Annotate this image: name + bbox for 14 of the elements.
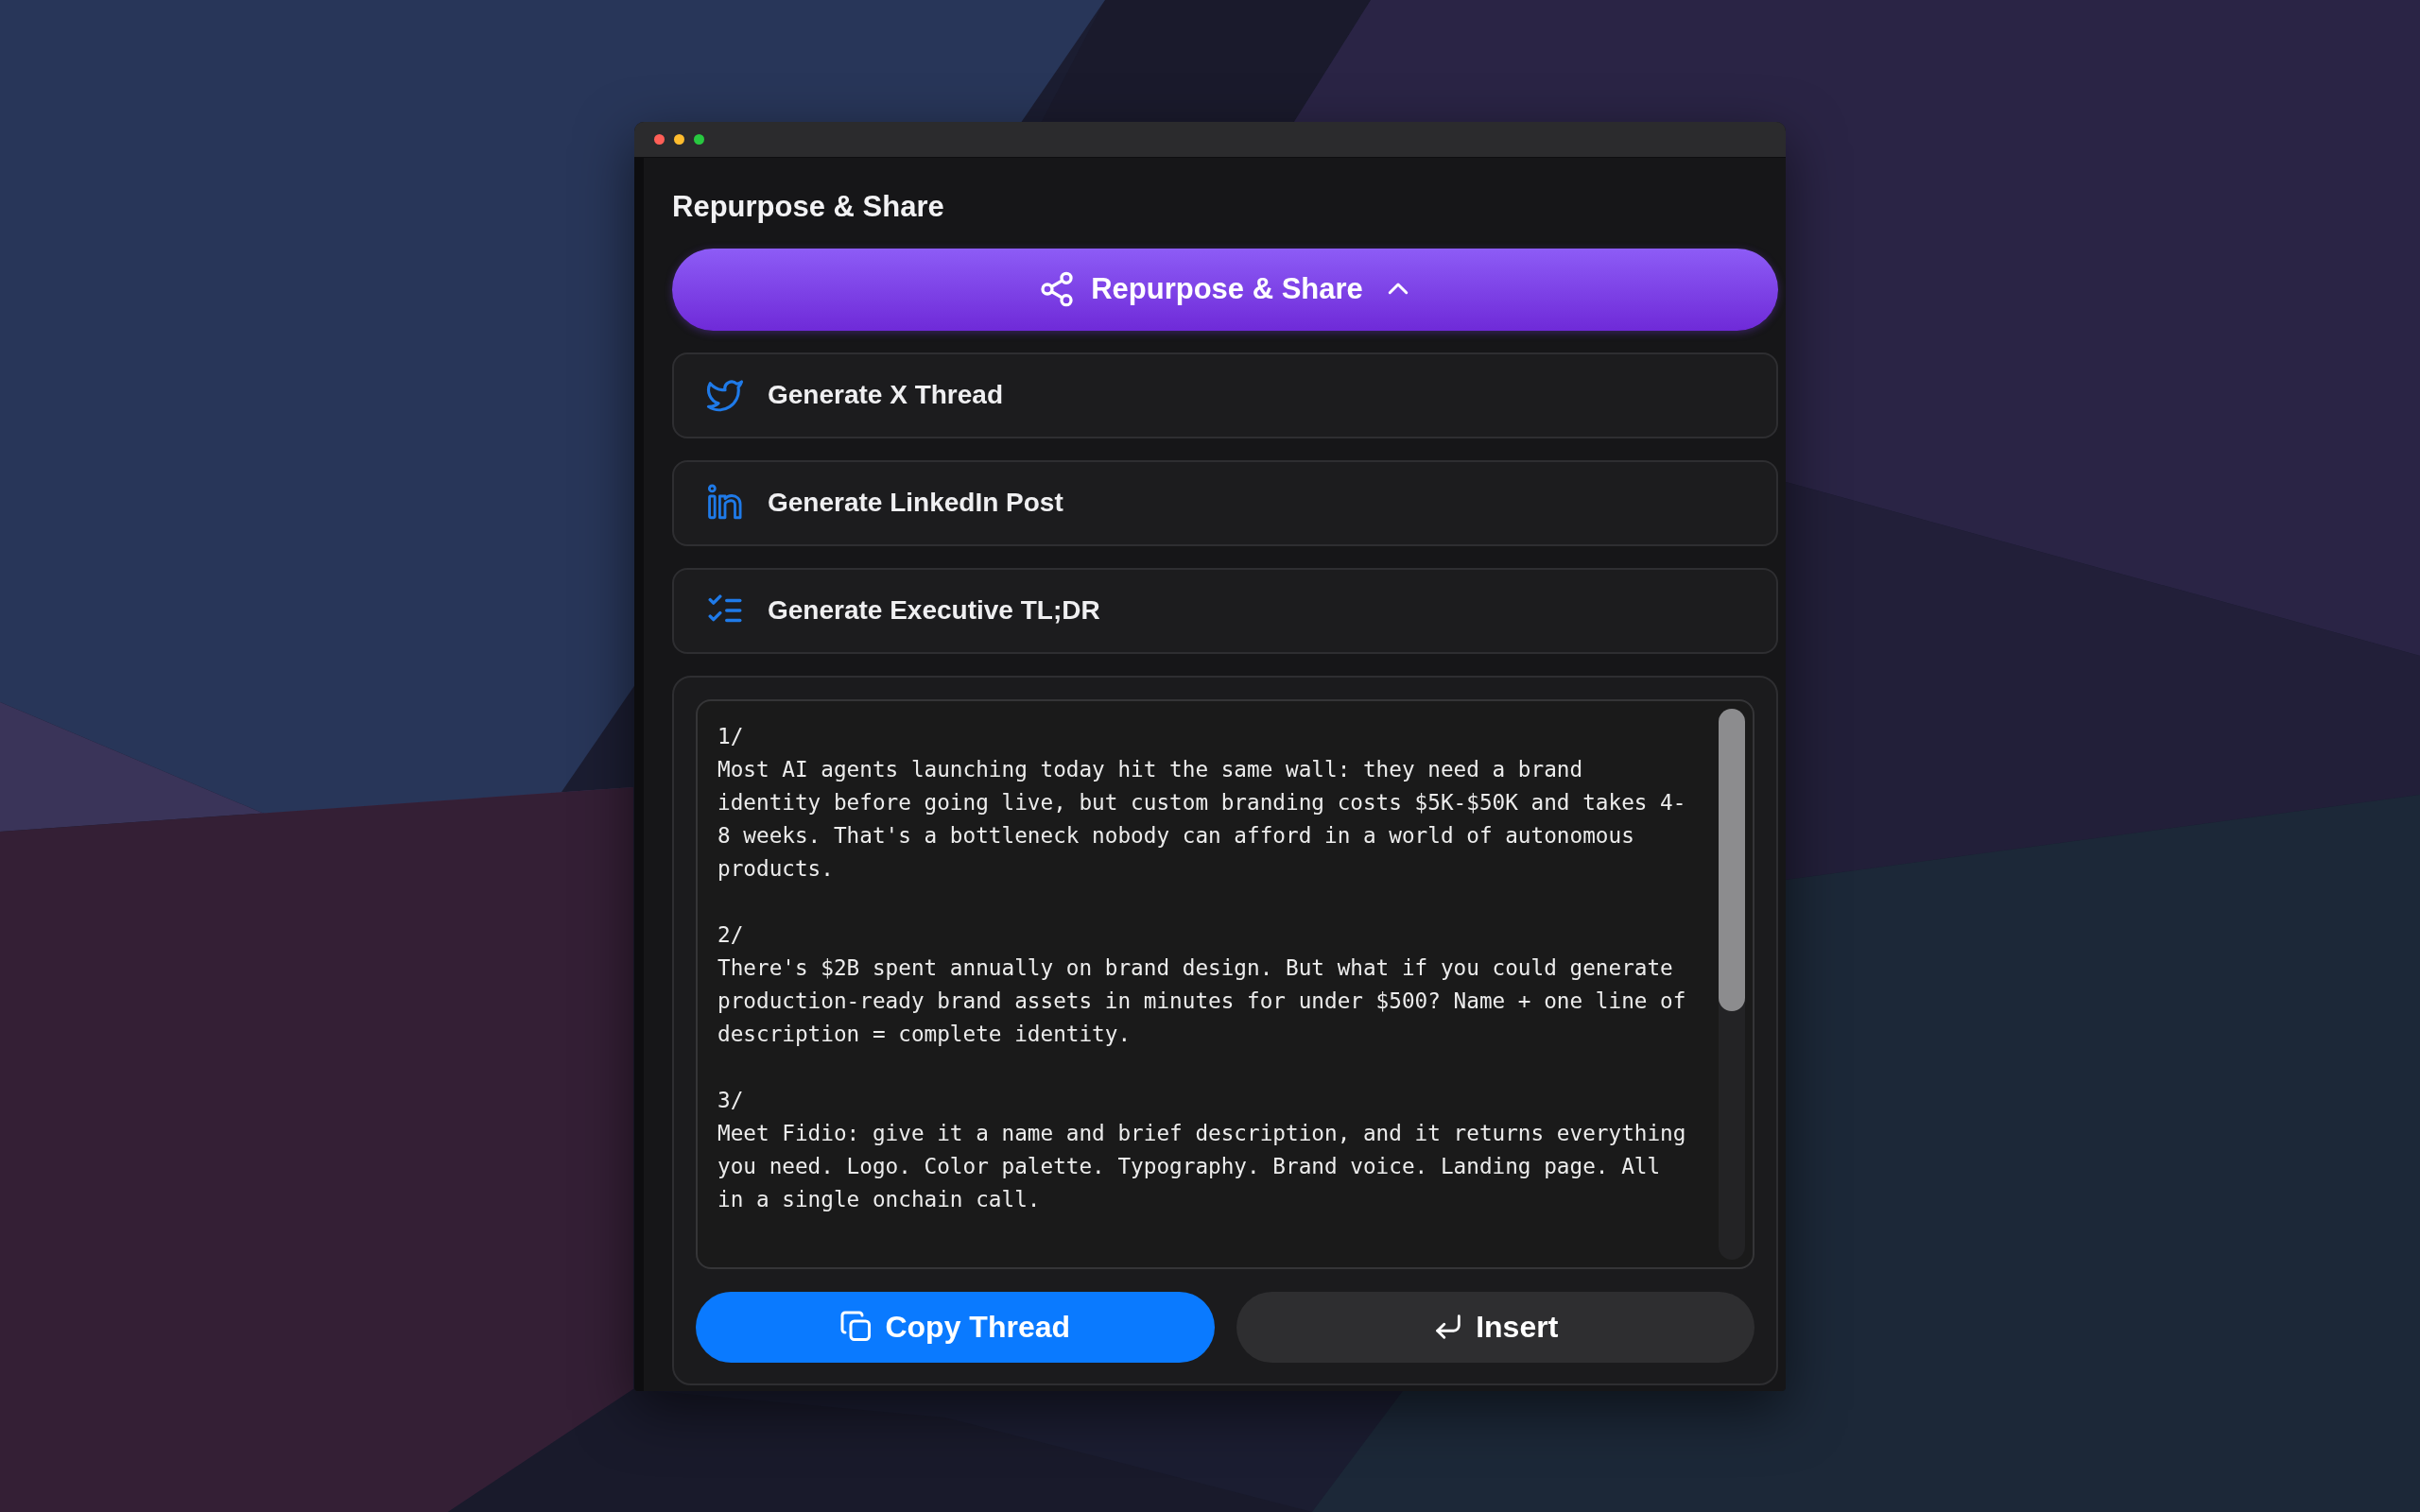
close-button[interactable] xyxy=(654,133,665,145)
repurpose-share-button[interactable]: Repurpose & Share xyxy=(672,248,1778,331)
insert-button[interactable]: Insert xyxy=(1236,1291,1754,1363)
copy-thread-button[interactable]: Copy Thread xyxy=(696,1291,1215,1363)
generate-action-button[interactable]: Generate X Thread xyxy=(672,352,1778,438)
generate-action-button[interactable]: Generate Executive TL;DR xyxy=(672,567,1778,654)
scrollbar-thumb[interactable] xyxy=(1719,708,1745,1011)
panel-heading: Repurpose & Share xyxy=(672,189,945,224)
scrollbar-track[interactable] xyxy=(1719,708,1745,1260)
zoom-button[interactable] xyxy=(694,133,704,145)
minimize-button[interactable] xyxy=(674,133,684,145)
thread-text: 1/ Most AI agents launching today hit the same wall: they need a brand identity before going live, but custom branding costs $5K-$50K and takes 4-8 weeks. That's a bottleneck nobody can afford in a world of autonomous products. 2/ There's $2B spent annually on brand design. But what if you could generate production-ready brand assets in minutes for under $500? Name + one line of description = complete identity. 3/ Meet Fidio: give it a name and brief description, and it returns everything you need. Logo. Color palette. Typography. Brand voice. Landing page. All in a single onchain call. xyxy=(717,722,1687,1213)
thread-output-field[interactable] xyxy=(696,698,1754,1269)
generate-action-button[interactable]: Generate LinkedIn Post xyxy=(672,459,1778,546)
